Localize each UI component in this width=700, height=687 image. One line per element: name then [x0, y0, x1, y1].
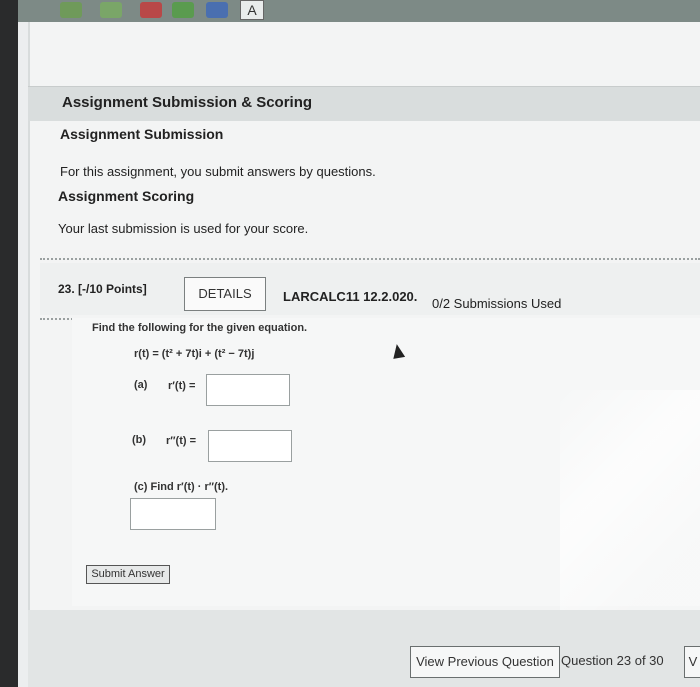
part-c-prompt: (c) Find r′(t) · r″(t).	[134, 481, 229, 493]
submissions-used: 0/2 Submissions Used	[432, 296, 562, 311]
toolbar-icon[interactable]	[60, 2, 82, 18]
question-counter: Question 23 of 30	[561, 653, 664, 668]
toolbar-icon[interactable]	[206, 2, 228, 18]
question-prompt: Find the following for the given equatio…	[92, 322, 308, 334]
part-a-expression: r′(t) =	[168, 380, 196, 392]
scoring-section-title: Assignment Submission & Scoring	[62, 94, 313, 111]
font-icon[interactable]: A	[240, 0, 264, 20]
submit-answer-button[interactable]: Submit Answer	[86, 565, 170, 584]
scoring-text: Your last submission is used for your sc…	[58, 221, 309, 236]
screen-bezel	[0, 0, 18, 687]
scoring-title: Assignment Scoring	[58, 188, 195, 204]
screen-glare	[560, 390, 700, 610]
details-button[interactable]: DETAILS	[184, 277, 266, 311]
question-points: 23. [-/10 Points]	[58, 282, 147, 296]
submission-text: For this assignment, you submit answers …	[60, 164, 376, 179]
part-c-answer-input[interactable]	[130, 498, 216, 530]
view-previous-question-button[interactable]: View Previous Question	[410, 646, 560, 678]
mouse-cursor-icon	[390, 343, 406, 359]
toolbar-icon[interactable]	[100, 2, 122, 18]
divider	[40, 258, 700, 260]
equation: r(t) = (t² + 7t)i + (t² − 7t)j	[134, 348, 255, 360]
browser-toolbar: A	[0, 0, 700, 22]
toolbar-icon[interactable]	[172, 2, 194, 18]
part-b-answer-input[interactable]	[208, 430, 292, 462]
toolbar-icon[interactable]	[140, 2, 162, 18]
question-code: LARCALC11 12.2.020.	[283, 289, 418, 304]
part-a-label: (a)	[134, 379, 148, 391]
part-b-expression: r″(t) =	[166, 435, 197, 447]
part-a-answer-input[interactable]	[206, 374, 290, 406]
part-b-label: (b)	[132, 434, 147, 446]
next-question-button[interactable]: V	[684, 646, 700, 678]
submission-title: Assignment Submission	[60, 126, 224, 142]
